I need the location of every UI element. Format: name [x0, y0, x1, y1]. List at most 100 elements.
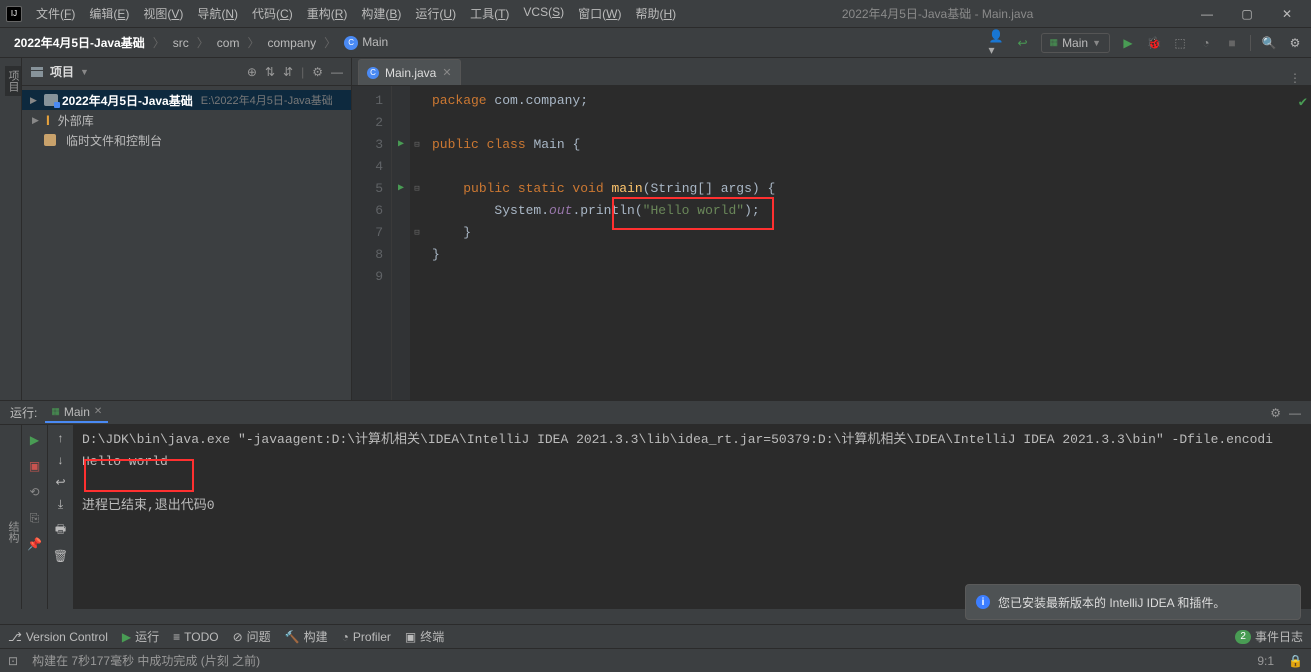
- code-line[interactable]: }: [432, 222, 1311, 244]
- todo-tool-button[interactable]: ≡TODO: [173, 630, 218, 644]
- down-stack-icon[interactable]: ↓: [58, 453, 64, 467]
- fold-marker[interactable]: [410, 112, 424, 134]
- scroll-end-icon[interactable]: ⤓: [58, 497, 63, 512]
- line-number[interactable]: 1: [352, 90, 383, 112]
- line-number[interactable]: 9: [352, 266, 383, 288]
- print-icon[interactable]: 🖶: [55, 520, 66, 541]
- select-opened-file-icon[interactable]: ⊕: [247, 65, 257, 79]
- notification-balloon[interactable]: i 您已安装最新版本的 IntelliJ IDEA 和插件。: [965, 584, 1301, 620]
- code-line[interactable]: }: [432, 244, 1311, 266]
- breadcrumb-company[interactable]: company: [261, 34, 322, 52]
- run-config-select[interactable]: ▦ Main ▼: [1041, 33, 1110, 53]
- menu-item[interactable]: 窗口(W): [572, 2, 627, 25]
- close-button[interactable]: ✕: [1273, 4, 1301, 24]
- run-line-marker[interactable]: ▶: [392, 134, 410, 156]
- maximize-button[interactable]: ▢: [1233, 4, 1261, 24]
- project-tree[interactable]: ▶ 2022年4月5日-Java基础 E:\2022年4月5日-Java基础 ▶…: [22, 86, 351, 154]
- menu-item[interactable]: VCS(S): [517, 2, 570, 25]
- settings-icon[interactable]: ⚙: [1287, 35, 1303, 51]
- rerun-button[interactable]: ▶: [26, 431, 44, 449]
- fold-marker[interactable]: [410, 156, 424, 178]
- tab-more-icon[interactable]: ⋮: [1279, 71, 1311, 85]
- code-area[interactable]: 123456789 ▶ ▶ ⊟ ⊟ ⊟ package com.company; pu…: [352, 86, 1311, 400]
- back-arrow-icon[interactable]: ↩: [1015, 35, 1031, 51]
- gear-icon[interactable]: ⚙: [1270, 406, 1281, 420]
- breadcrumb-class[interactable]: CMain: [338, 33, 394, 52]
- close-tab-icon[interactable]: ✕: [442, 66, 451, 79]
- tree-scratches[interactable]: 临时文件和控制台: [22, 130, 351, 150]
- line-number[interactable]: 8: [352, 244, 383, 266]
- expand-all-icon[interactable]: ⇅: [265, 65, 275, 79]
- code-line[interactable]: [432, 266, 1311, 288]
- fold-marker[interactable]: [410, 266, 424, 288]
- breadcrumb-src[interactable]: src: [167, 34, 195, 52]
- line-number[interactable]: 4: [352, 156, 383, 178]
- menu-item[interactable]: 代码(C): [246, 2, 299, 25]
- chevron-right-icon[interactable]: ▶: [30, 95, 40, 106]
- build-tool-button[interactable]: 🔨构建: [285, 628, 328, 645]
- tree-external-libs[interactable]: ▶ ||| 外部库: [22, 110, 351, 130]
- run-line-marker[interactable]: ▶: [392, 178, 410, 200]
- soft-wrap-icon[interactable]: ↩: [55, 475, 65, 489]
- menu-item[interactable]: 运行(U): [409, 2, 462, 25]
- fold-marker[interactable]: ⊟: [410, 178, 424, 200]
- exit-icon[interactable]: ⎘: [26, 509, 44, 527]
- chevron-right-icon[interactable]: ▶: [32, 115, 42, 126]
- stop-button[interactable]: ■: [1224, 35, 1240, 51]
- menu-item[interactable]: 文件(F): [30, 2, 81, 25]
- menu-item[interactable]: 构建(B): [355, 2, 407, 25]
- inspection-ok-icon[interactable]: ✔: [1299, 92, 1307, 114]
- coverage-button[interactable]: ⬚: [1172, 35, 1188, 51]
- up-stack-icon[interactable]: ↑: [58, 431, 64, 445]
- line-number[interactable]: 7: [352, 222, 383, 244]
- menu-item[interactable]: 视图(V): [137, 2, 189, 25]
- terminal-tool-button[interactable]: ▣终端: [405, 628, 444, 645]
- fold-marker[interactable]: ⊟: [410, 134, 424, 156]
- gear-icon[interactable]: ⚙: [312, 65, 323, 79]
- code-line[interactable]: public static void main(String[] args) {: [432, 178, 1311, 200]
- caret-position[interactable]: 9:1: [1257, 654, 1274, 668]
- profile-button[interactable]: ◔: [1198, 35, 1214, 51]
- line-number[interactable]: 2: [352, 112, 383, 134]
- code-line[interactable]: public class Main {: [432, 134, 1311, 156]
- vcs-tool-button[interactable]: ⎇Version Control: [8, 630, 108, 644]
- stop-button[interactable]: ▣: [26, 457, 44, 475]
- status-bar-widget-icon[interactable]: ⊡: [8, 654, 18, 668]
- tree-root[interactable]: ▶ 2022年4月5日-Java基础 E:\2022年4月5日-Java基础: [22, 90, 351, 110]
- restart-button[interactable]: ⟲: [26, 483, 44, 501]
- status-lock-icon[interactable]: 🔒: [1288, 654, 1303, 668]
- search-icon[interactable]: 🔍: [1261, 35, 1277, 51]
- run-button[interactable]: ▶: [1120, 35, 1136, 51]
- fold-marker[interactable]: [410, 90, 424, 112]
- fold-marker[interactable]: [410, 244, 424, 266]
- hide-icon[interactable]: —: [1289, 406, 1301, 420]
- line-number[interactable]: 6: [352, 200, 383, 222]
- breadcrumb-project[interactable]: 2022年4月5日-Java基础: [8, 32, 151, 53]
- hide-icon[interactable]: —: [331, 65, 343, 79]
- line-number[interactable]: 3: [352, 134, 383, 156]
- code-line[interactable]: [432, 112, 1311, 134]
- profiler-tool-button[interactable]: ◔Profiler: [342, 630, 391, 644]
- line-number[interactable]: 5: [352, 178, 383, 200]
- event-log-button[interactable]: 2事件日志: [1235, 628, 1303, 645]
- editor-tab-main[interactable]: C Main.java ✕: [358, 59, 461, 85]
- project-stripe-button[interactable]: 项目: [5, 66, 21, 96]
- minimize-button[interactable]: ―: [1193, 4, 1221, 24]
- debug-button[interactable]: 🐞: [1146, 35, 1162, 51]
- menu-item[interactable]: 编辑(E): [83, 2, 135, 25]
- clear-icon[interactable]: 🗑: [53, 549, 68, 563]
- pin-icon[interactable]: 📌: [26, 535, 44, 553]
- menu-item[interactable]: 帮助(H): [629, 2, 682, 25]
- code-line[interactable]: System.out.println("Hello world");: [432, 200, 1311, 222]
- code-line[interactable]: [432, 156, 1311, 178]
- breadcrumb-com[interactable]: com: [211, 34, 246, 52]
- run-tab-main[interactable]: ▦ Main ✕: [45, 403, 108, 423]
- add-user-icon[interactable]: 👤▾: [989, 35, 1005, 51]
- problems-tool-button[interactable]: ⊘问题: [233, 628, 271, 645]
- fold-marker[interactable]: [410, 200, 424, 222]
- code-line[interactable]: package com.company;: [432, 90, 1311, 112]
- code-lines[interactable]: package com.company; public class Main {…: [424, 86, 1311, 400]
- fold-marker[interactable]: ⊟: [410, 222, 424, 244]
- chevron-down-icon[interactable]: ▼: [80, 67, 89, 77]
- menu-item[interactable]: 导航(N): [191, 2, 244, 25]
